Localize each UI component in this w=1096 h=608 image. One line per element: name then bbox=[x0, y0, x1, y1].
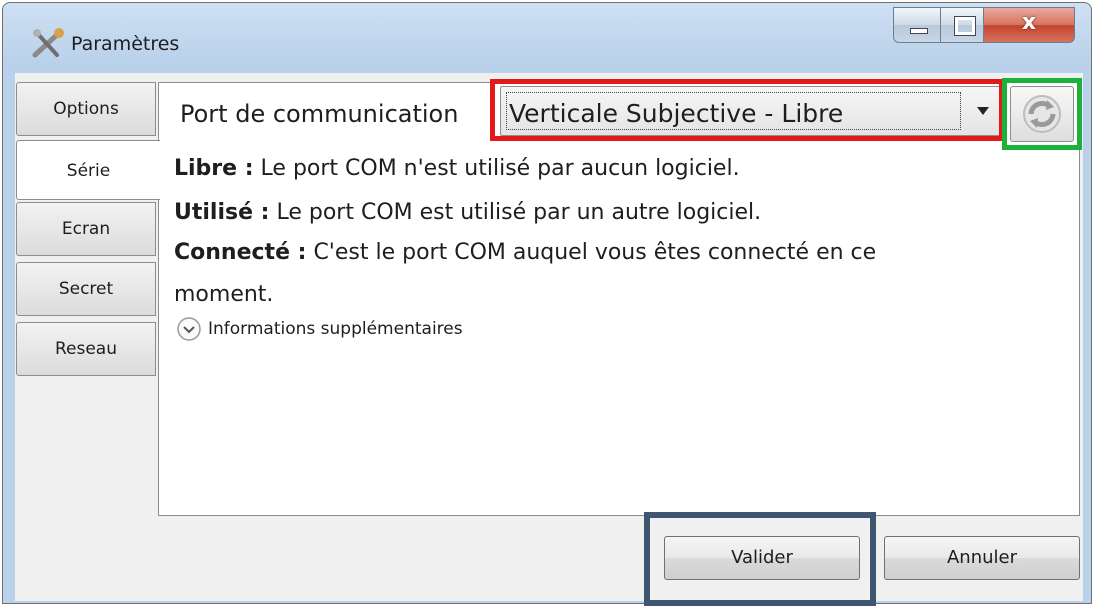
tab-options[interactable]: Options bbox=[16, 82, 156, 136]
tab-serie[interactable]: Série bbox=[16, 140, 160, 200]
legend-desc: Le port COM est utilisé par un autre log… bbox=[269, 200, 762, 225]
legend-term: Connecté : bbox=[174, 240, 307, 265]
legend-term: Utilisé : bbox=[174, 200, 270, 225]
window-title: Paramètres bbox=[71, 33, 180, 55]
tools-icon bbox=[32, 28, 64, 58]
tab-panel-serie bbox=[158, 82, 1080, 516]
minimize-icon bbox=[910, 28, 928, 34]
tab-ecran[interactable]: Ecran bbox=[16, 202, 156, 256]
port-label: Port de communication bbox=[180, 100, 459, 128]
title-bar[interactable]: Paramètres x bbox=[3, 3, 1091, 73]
cancel-button[interactable]: Annuler bbox=[884, 536, 1080, 580]
highlight-port-select bbox=[490, 79, 1004, 141]
tab-reseau[interactable]: Reseau bbox=[16, 322, 156, 376]
maximize-button[interactable] bbox=[940, 7, 984, 43]
legend-continuation: moment. bbox=[174, 282, 273, 307]
legend-libre: Libre : Le port COM n'est utilisé par au… bbox=[174, 156, 740, 181]
highlight-refresh-button bbox=[1002, 78, 1082, 150]
legend-desc: Le port COM n'est utilisé par aucun logi… bbox=[253, 156, 740, 181]
more-info-expander[interactable]: Informations supplémentaires bbox=[176, 316, 463, 342]
close-button[interactable]: x bbox=[983, 7, 1075, 43]
highlight-validate-button bbox=[644, 512, 876, 606]
more-info-label: Informations supplémentaires bbox=[208, 319, 463, 339]
chevron-down-icon[interactable] bbox=[176, 316, 202, 342]
maximize-icon bbox=[954, 16, 976, 36]
legend-connecte: Connecté : C'est le port COM auquel vous… bbox=[174, 240, 876, 265]
legend-term: Libre : bbox=[174, 156, 254, 181]
legend-desc: moment. bbox=[174, 282, 274, 307]
tab-secret[interactable]: Secret bbox=[16, 262, 156, 316]
legend-utilise: Utilisé : Le port COM est utilisé par un… bbox=[174, 200, 761, 225]
minimize-button[interactable] bbox=[893, 7, 941, 43]
close-icon: x bbox=[1021, 10, 1037, 35]
legend-desc: C'est le port COM auquel vous êtes conne… bbox=[306, 240, 877, 265]
